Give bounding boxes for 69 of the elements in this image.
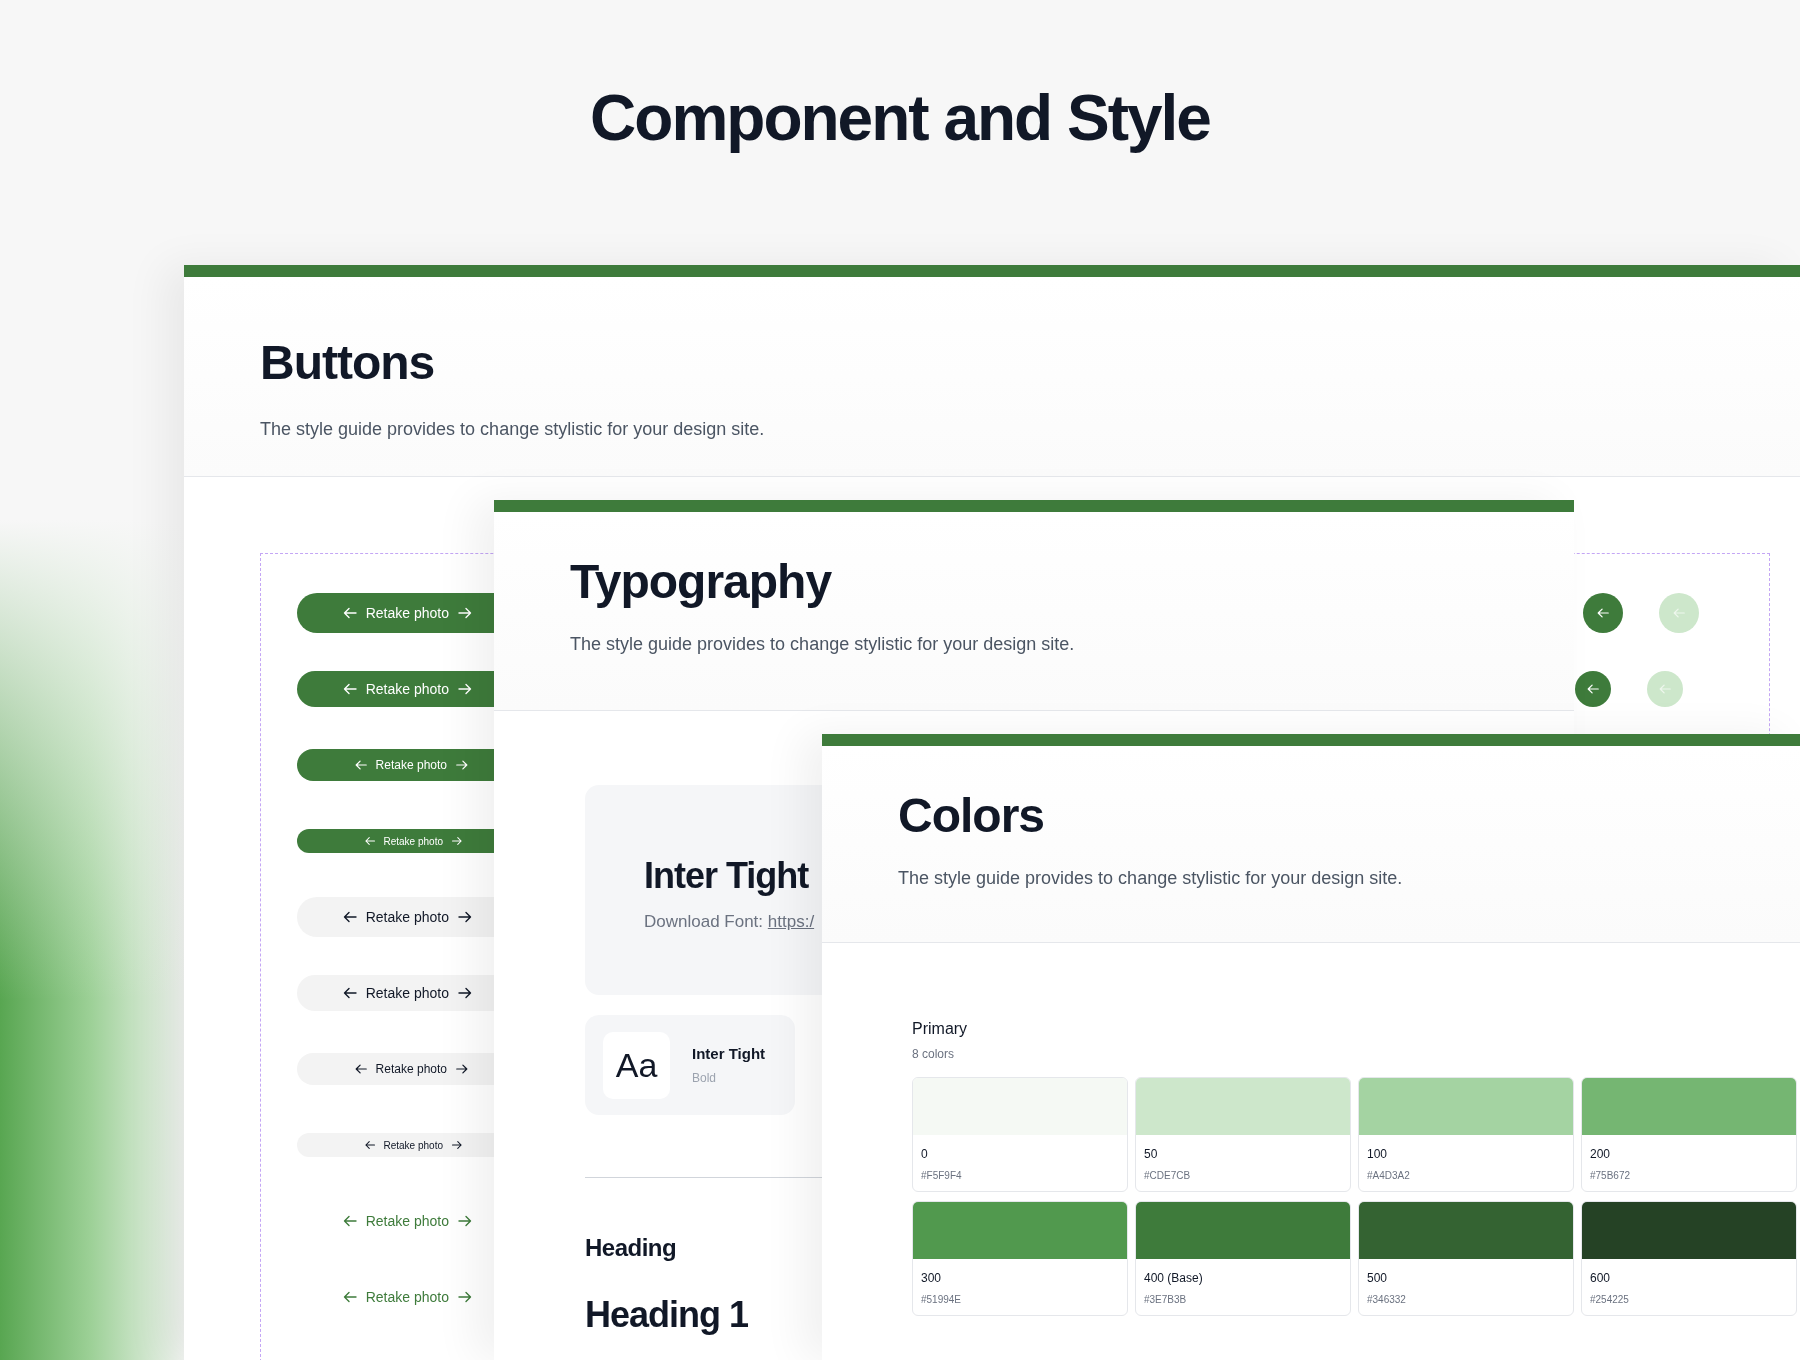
arrow-left-icon <box>353 758 368 772</box>
retake-photo-button[interactable]: Retake photo <box>297 1133 495 1157</box>
color-count: 8 colors <box>912 1046 955 1063</box>
swatch-name: 0 <box>921 1146 929 1163</box>
arrow-right-icon <box>457 1213 473 1229</box>
panel-title: Colors <box>898 790 1044 843</box>
retake-photo-button[interactable]: Retake photo <box>297 671 495 707</box>
retake-photo-button[interactable]: Retake photo <box>297 1201 495 1241</box>
arrow-left-icon <box>341 605 358 621</box>
arrow-left-icon <box>1658 682 1672 696</box>
heading-label: Heading <box>585 1234 677 1263</box>
arrow-left-icon <box>1672 606 1686 620</box>
panel-title: Buttons <box>260 337 435 390</box>
arrow-left-icon <box>341 681 358 697</box>
hex-code: #3E7B3B <box>1144 1293 1188 1307</box>
swatch-name: 600 <box>1590 1270 1612 1287</box>
font-weight-label: Bold <box>692 1070 718 1088</box>
arrow-left-icon <box>341 1289 358 1305</box>
panel-title: Typography <box>570 556 832 609</box>
arrow-right-icon <box>457 985 473 1001</box>
arrow-left-icon <box>341 909 358 925</box>
hex-code: #75B672 <box>1590 1169 1632 1183</box>
retake-photo-button[interactable]: Retake photo <box>297 829 495 853</box>
hex-code: #CDE7CB <box>1144 1169 1192 1183</box>
page-title: Component and Style <box>589 81 1211 156</box>
arrow-right-icon <box>457 909 473 925</box>
retake-photo-button[interactable]: Retake photo <box>297 593 495 633</box>
panel-description: The style guide provides to change stylistic for your design site. <box>898 866 1403 890</box>
font-sample: Aa <box>603 1031 670 1099</box>
heading-1-sample: Heading 1 <box>585 1292 749 1336</box>
panel-description: The style guide provides to change stylistic for your design site. <box>260 417 765 441</box>
arrow-left-icon <box>341 1213 358 1229</box>
arrow-right-icon <box>457 605 473 621</box>
swatch-name: 200 <box>1590 1146 1612 1163</box>
arrow-right-icon <box>455 758 469 772</box>
font-name: Inter Tight <box>644 854 810 898</box>
retake-photo-button[interactable]: Retake photo <box>297 749 495 781</box>
panel-description: The style guide provides to change stylistic for your design site. <box>570 632 1075 656</box>
palette-name: Primary <box>912 1019 968 1039</box>
arrow-right-icon <box>451 1139 463 1151</box>
back-button[interactable] <box>1575 671 1611 707</box>
arrow-left-icon <box>341 985 358 1001</box>
arrow-right-icon <box>457 1289 473 1305</box>
retake-photo-button[interactable]: Retake photo <box>297 1279 495 1315</box>
hex-code: #A4D3A2 <box>1367 1169 1411 1183</box>
back-button[interactable] <box>1583 593 1623 633</box>
download-link[interactable]: https:/ <box>767 912 815 931</box>
download-font-text: Download Font: https:/ <box>644 911 816 933</box>
hex-code: #346332 <box>1367 1293 1407 1307</box>
arrow-left-icon <box>1586 682 1600 696</box>
arrow-left-icon <box>353 1062 368 1076</box>
retake-photo-button[interactable]: Retake photo <box>297 897 495 937</box>
swatch-name: 500 <box>1367 1270 1389 1287</box>
hex-code: #51994E <box>921 1293 963 1307</box>
hex-code: #F5F9F4 <box>921 1169 963 1183</box>
hex-code: #254225 <box>1590 1293 1630 1307</box>
retake-photo-button[interactable]: Retake photo <box>297 1053 495 1085</box>
arrow-left-icon <box>1596 606 1610 620</box>
font-name: Inter Tight <box>692 1043 766 1064</box>
swatch-name: 400 (Base) <box>1144 1270 1204 1287</box>
arrow-right-icon <box>457 681 473 697</box>
retake-photo-button[interactable]: Retake photo <box>297 975 495 1011</box>
swatch-name: 300 <box>921 1270 943 1287</box>
arrow-right-icon <box>455 1062 469 1076</box>
arrow-left-icon <box>363 835 376 847</box>
arrow-left-icon <box>363 1139 376 1151</box>
swatch-name: 50 <box>1144 1146 1159 1163</box>
arrow-right-icon <box>451 835 463 847</box>
swatch-name: 100 <box>1367 1146 1389 1163</box>
